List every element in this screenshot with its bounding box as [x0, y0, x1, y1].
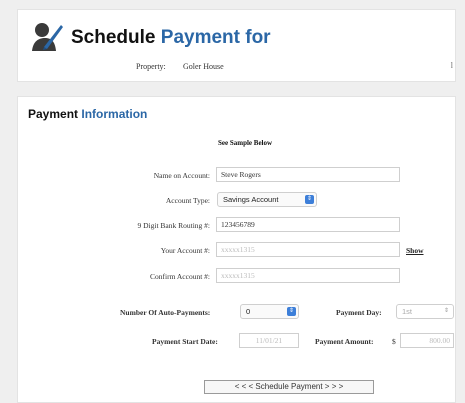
edge-mark: l	[450, 61, 453, 70]
auto-payments-value: 0	[246, 307, 251, 316]
payment-amount-label: Payment Amount:	[315, 337, 374, 346]
confirm-account-input[interactable]: xxxxx1315	[216, 268, 400, 283]
name-on-account-input[interactable]: Steve Rogers	[216, 167, 400, 182]
account-number-label: Your Account #:	[160, 246, 210, 255]
payment-day-select[interactable]: 1st ⇕	[396, 304, 454, 319]
payment-form-panel: Payment Information See Sample Below Nam…	[17, 96, 456, 403]
payment-amount-input[interactable]: 800.00	[400, 333, 454, 348]
start-date-label: Payment Start Date:	[152, 337, 218, 346]
payment-day-value: 1st	[402, 307, 413, 316]
routing-number-input[interactable]: 123456789	[216, 217, 400, 232]
section-title: Payment Information	[28, 107, 147, 121]
page-title: Schedule Payment for	[71, 27, 271, 49]
see-sample-link[interactable]: See Sample Below	[218, 139, 272, 147]
name-on-account-label: Name on Account:	[153, 171, 210, 180]
payment-day-label: Payment Day:	[336, 308, 382, 317]
page-title-part2: Payment for	[160, 27, 271, 48]
show-account-link[interactable]: Show	[406, 246, 424, 255]
header-panel: Schedule Payment for Property: Goler Hou…	[17, 9, 456, 82]
property-label: Property:	[136, 62, 166, 71]
page-title-part1: Schedule	[71, 27, 156, 48]
currency-symbol: $	[392, 337, 396, 346]
account-number-input[interactable]: xxxxx1315	[216, 242, 400, 257]
account-type-value: Savings Account	[223, 195, 279, 204]
schedule-payment-button[interactable]: < < < Schedule Payment > > >	[204, 380, 374, 394]
user-avatar-icon	[32, 23, 63, 51]
select-arrow-icon: ⇕	[287, 307, 296, 316]
account-type-label: Account Type:	[165, 196, 210, 205]
auto-payments-select[interactable]: 0 ⇕	[240, 304, 299, 319]
section-title-part2: Information	[81, 107, 148, 121]
start-date-input[interactable]: 11/01/21	[239, 333, 299, 348]
select-arrow-icon: ⇕	[443, 308, 450, 314]
section-title-part1: Payment	[28, 107, 79, 121]
confirm-account-label: Confirm Account #:	[150, 272, 210, 281]
property-value: Goler House	[183, 62, 224, 71]
account-type-select[interactable]: Savings Account ⇕	[217, 192, 317, 207]
routing-number-label: 9 Digit Bank Routing #:	[137, 221, 210, 230]
auto-payments-label: Number Of Auto-Payments:	[120, 308, 211, 317]
select-arrow-icon: ⇕	[305, 195, 314, 204]
